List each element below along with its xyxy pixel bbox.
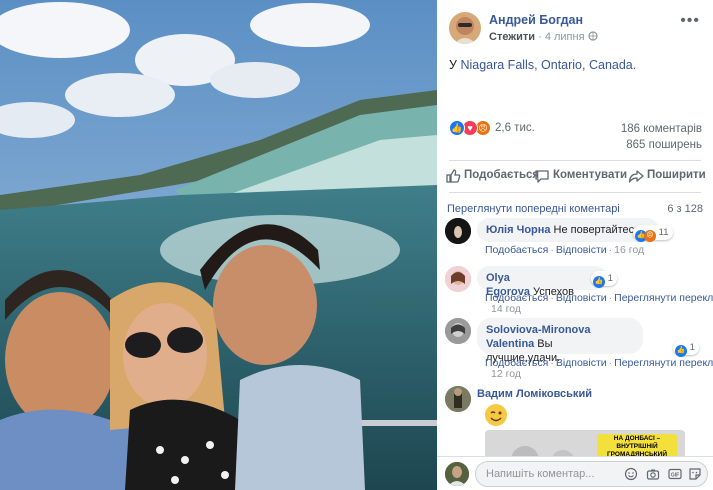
post-date[interactable]: 4 липня (545, 31, 585, 43)
author-name[interactable]: Андрей Богдан (489, 13, 583, 27)
angry-mini-icon: 😠 (644, 230, 656, 242)
current-user-avatar[interactable] (445, 462, 469, 486)
comments-header: Переглянути попередні коментарі 6 з 128 (447, 203, 703, 215)
like-icon (446, 169, 461, 183)
divider (449, 192, 701, 193)
share-label: Поширити (647, 169, 706, 181)
engagement-counts: 186 коментарів 865 поширень (621, 121, 702, 153)
comment-reactions[interactable]: 👍 1 (591, 271, 617, 288)
comment-bubble: Olya Egorova Успехов (477, 266, 607, 298)
post-header: Андрей Богдан Стежити · 4 липня ••• (449, 12, 704, 46)
commenter-avatar[interactable] (445, 218, 471, 244)
like-mini-icon: 👍 (593, 276, 605, 288)
svg-text:GIF: GIF (671, 473, 679, 479)
location-link[interactable]: Niagara Falls, Ontario, Canada. (460, 58, 636, 72)
comment-placeholder: Напишіть коментар... (486, 468, 595, 480)
like-reaction-icon: 👍 (449, 120, 465, 136)
comment-time-row: 12 год (491, 368, 521, 380)
reactions-count: 2,6 тис. (495, 122, 535, 134)
translate-link[interactable]: Переглянути переклад (614, 357, 713, 369)
commenter-avatar[interactable] (445, 386, 471, 412)
view-previous-comments-link[interactable]: Переглянути попередні коментарі (447, 203, 620, 215)
comment-bubble: Юлія Чорна Не повертайтесь. (477, 218, 659, 242)
comment-icon (535, 170, 549, 183)
comment-reply-link[interactable]: Відповісти (556, 357, 607, 369)
comment-time-row: 14 год (491, 303, 521, 315)
comment-composer: Напишіть коментар... GIF (437, 456, 713, 490)
author-avatar[interactable] (449, 12, 481, 44)
comment-reactions[interactable]: 👍😠 11 (633, 225, 673, 242)
comment-time[interactable]: 16 год (614, 244, 644, 256)
follow-button[interactable]: Стежити (489, 31, 535, 43)
more-icon[interactable]: ••• (680, 12, 700, 30)
like-mini-icon: 👍 (675, 345, 687, 357)
share-icon (628, 170, 644, 183)
post-meta: Стежити · 4 липня (489, 31, 598, 43)
globe-icon (588, 31, 598, 43)
comment-label: Коментувати (553, 169, 628, 181)
wink-emoji-icon (485, 404, 507, 426)
comment-reactions[interactable]: 👍 1 (673, 340, 699, 357)
comments-shown-count: 6 з 128 (667, 203, 703, 215)
emoji-icon[interactable] (624, 467, 638, 481)
comment-actions: Подобається · Відповісти · 16 год (485, 244, 645, 256)
post-text: У Niagara Falls, Ontario, Canada. (449, 58, 636, 72)
post-side-panel: Андрей Богдан Стежити · 4 липня ••• У Ni… (437, 0, 713, 490)
commenter-avatar[interactable] (445, 266, 471, 292)
comment-reactions-count: 1 (689, 342, 695, 353)
post-actions: Подобається Коментувати Поширити (443, 166, 706, 186)
divider (449, 160, 701, 161)
comment-like-link[interactable]: Подобається (485, 244, 548, 256)
niagara-selfie-image (0, 0, 437, 490)
meta-separator: · (538, 31, 545, 43)
comment-reactions-count: 1 (607, 273, 613, 284)
commenter-name[interactable]: Юлія Чорна (486, 224, 551, 236)
translate-link[interactable]: Переглянути переклад (614, 292, 713, 304)
comment-reply-link[interactable]: Відповісти (556, 292, 607, 304)
commenter-avatar[interactable] (445, 318, 471, 344)
comment-time[interactable]: 12 год (491, 368, 521, 380)
like-label: Подобається (464, 169, 540, 181)
post-photo[interactable] (0, 0, 437, 490)
comment-time[interactable]: 14 год (491, 303, 521, 315)
comment-text: Не повертайтесь. (553, 224, 643, 236)
comment-input[interactable]: Напишіть коментар... GIF (475, 461, 708, 487)
comment-text-line1: Вы (537, 338, 553, 350)
sticker-icon[interactable] (688, 467, 702, 481)
comments-count[interactable]: 186 коментарів (621, 121, 702, 137)
comment-reactions-count: 11 (658, 227, 669, 238)
comment-reply-link[interactable]: Відповісти (556, 244, 607, 256)
commenter-name[interactable]: Вадим Ломіковський (477, 388, 592, 400)
shares-count[interactable]: 865 поширень (621, 137, 702, 153)
camera-icon[interactable] (646, 467, 660, 481)
gif-icon[interactable]: GIF (668, 467, 682, 481)
comment-bubble: Soloviova-Mironova Valentina Вы лучшие,уд… (477, 318, 643, 364)
post-text-prefix: У (449, 58, 457, 72)
